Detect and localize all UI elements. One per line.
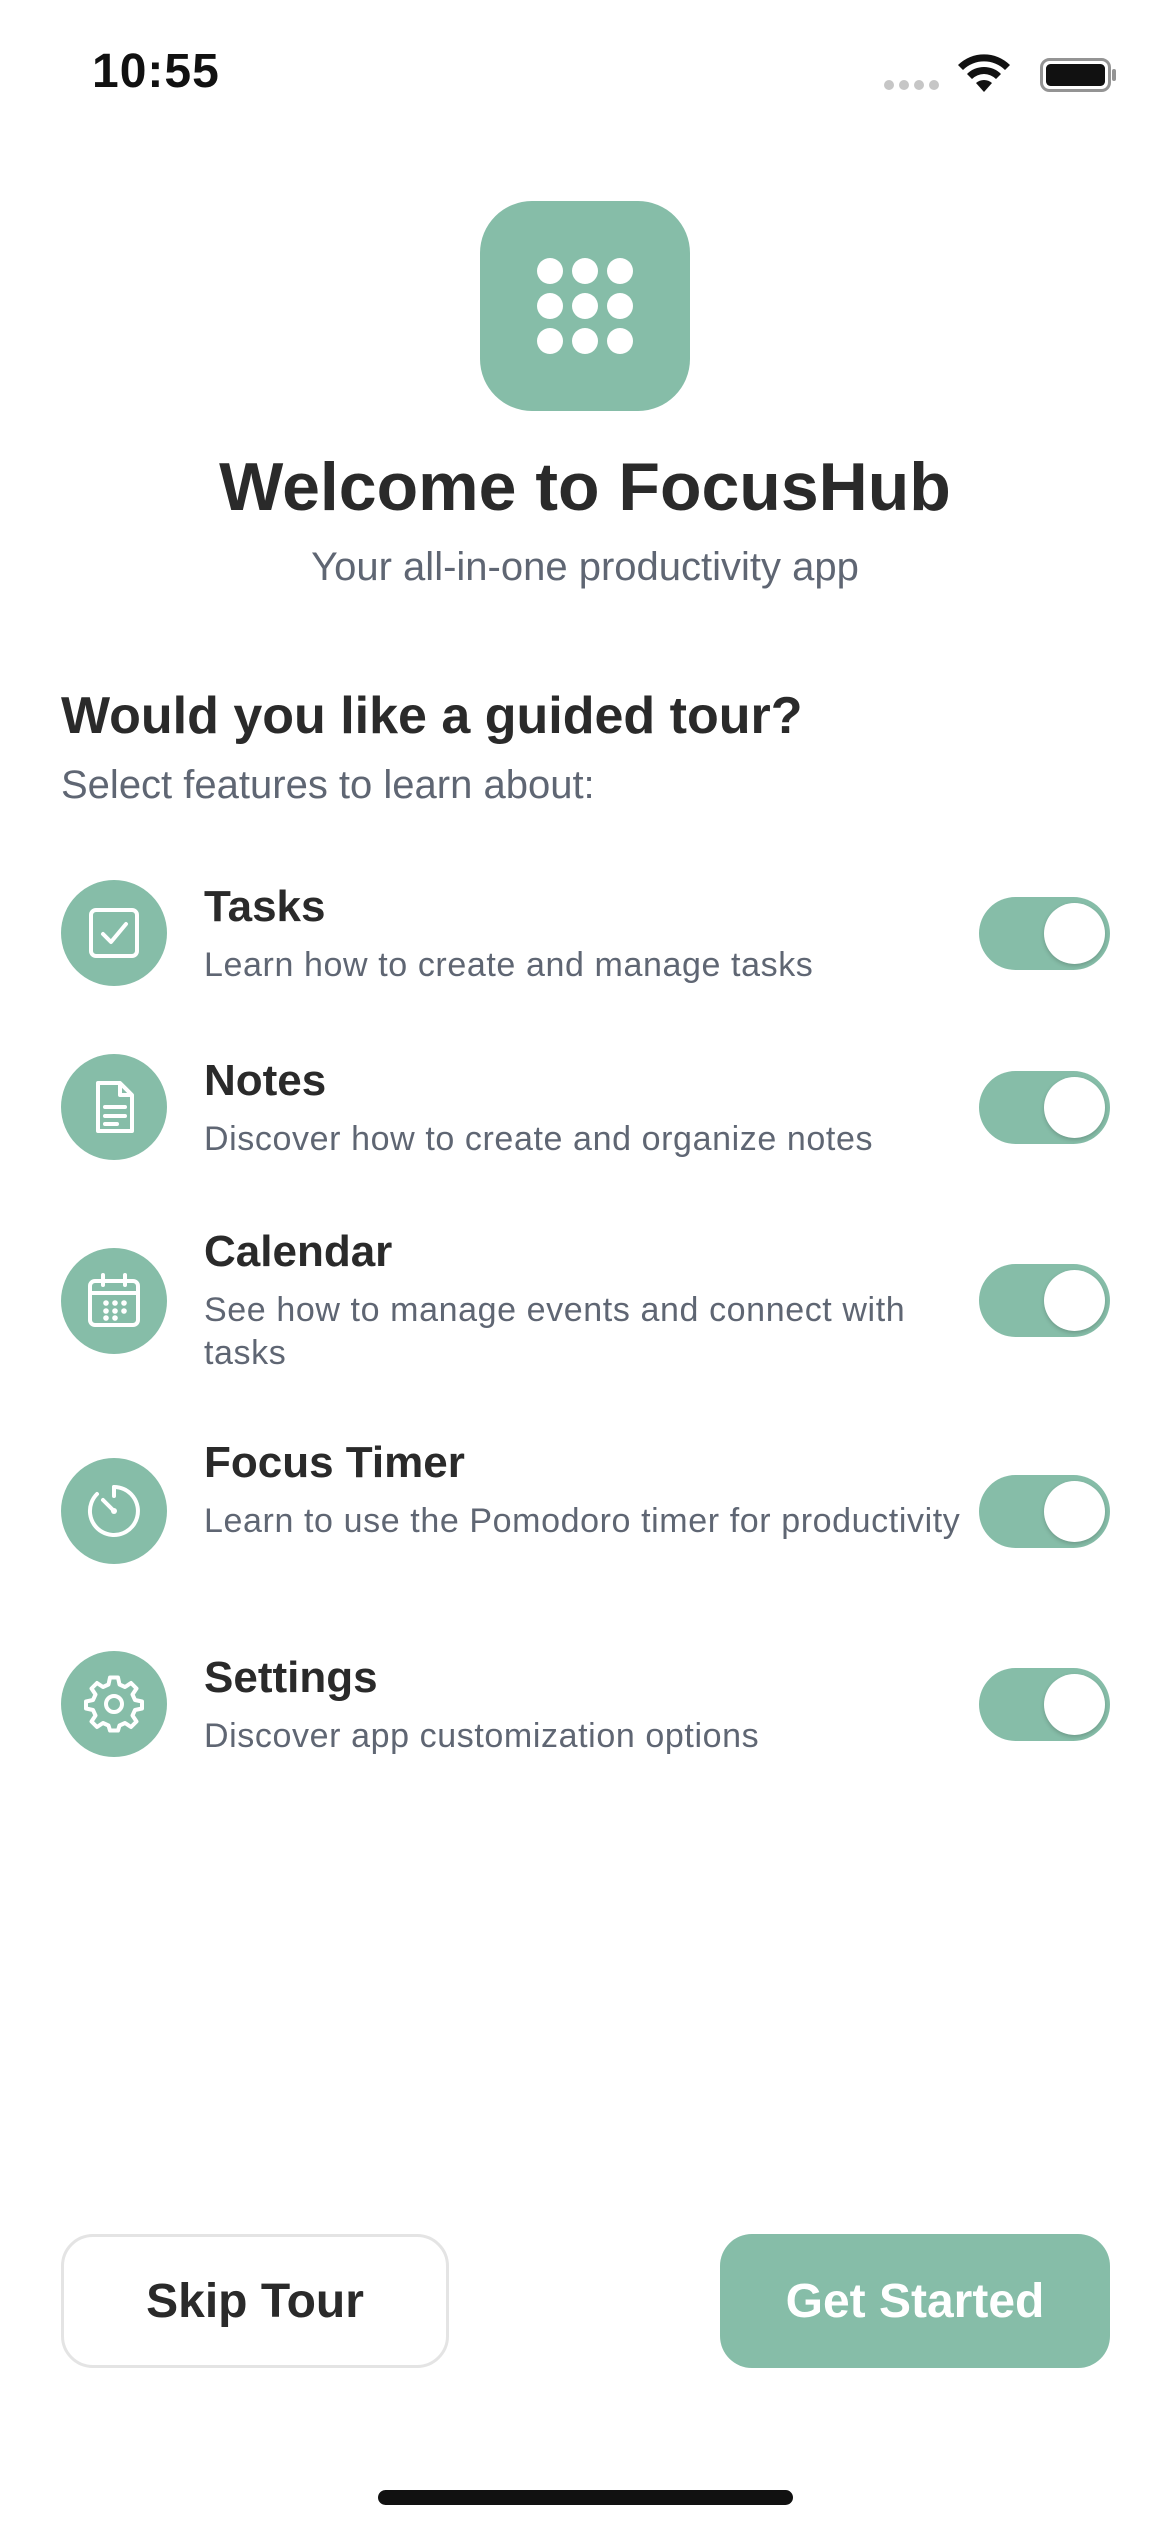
cellular-signal-icon — [884, 80, 940, 90]
toggle-knob — [1044, 1674, 1105, 1735]
app-grid-icon — [537, 258, 633, 354]
feature-description: Learn how to create and manage tasks — [204, 946, 814, 984]
feature-title: Settings — [204, 1653, 378, 1702]
feature-title: Focus Timer — [204, 1438, 465, 1487]
feature-description: Discover app customization options — [204, 1717, 760, 1755]
gear-icon — [61, 1651, 167, 1757]
feature-description: Discover how to create and organize note… — [204, 1120, 874, 1158]
tour-subheading: Select features to learn about: — [61, 763, 595, 807]
feature-description: See how to manage events and connect wit… — [204, 1291, 906, 1372]
document-icon — [61, 1054, 167, 1160]
checkbox-icon — [61, 880, 167, 986]
focus-timer-toggle[interactable] — [979, 1475, 1110, 1548]
toggle-knob — [1044, 1481, 1105, 1542]
toggle-knob — [1044, 1077, 1105, 1138]
status-time: 10:55 — [92, 45, 220, 98]
tasks-toggle[interactable] — [979, 897, 1110, 970]
app-logo — [480, 201, 690, 411]
welcome-title: Welcome to FocusHub — [219, 449, 951, 525]
get-started-button[interactable]: Get Started — [720, 2234, 1110, 2368]
timer-icon — [61, 1458, 167, 1564]
feature-description: Learn to use the Pomodoro timer for prod… — [204, 1502, 961, 1540]
welcome-subtitle: Your all-in-one productivity app — [311, 545, 859, 589]
onboarding-screen: 10:55 Welcome to FocusHub Your all-in-on… — [0, 0, 1170, 2532]
feature-title: Notes — [204, 1056, 327, 1105]
battery-icon — [1040, 58, 1116, 92]
feature-title: Calendar — [204, 1227, 393, 1276]
toggle-knob — [1044, 1270, 1105, 1331]
settings-toggle[interactable] — [979, 1668, 1110, 1741]
calendar-toggle[interactable] — [979, 1264, 1110, 1337]
feature-title: Tasks — [204, 882, 326, 931]
status-icons — [858, 52, 1118, 102]
toggle-knob — [1044, 903, 1105, 964]
skip-tour-button[interactable]: Skip Tour — [61, 2234, 449, 2368]
notes-toggle[interactable] — [979, 1071, 1110, 1144]
tour-heading: Would you like a guided tour? — [61, 687, 803, 745]
wifi-icon — [958, 54, 1010, 92]
home-indicator — [378, 2490, 793, 2505]
calendar-icon — [61, 1248, 167, 1354]
